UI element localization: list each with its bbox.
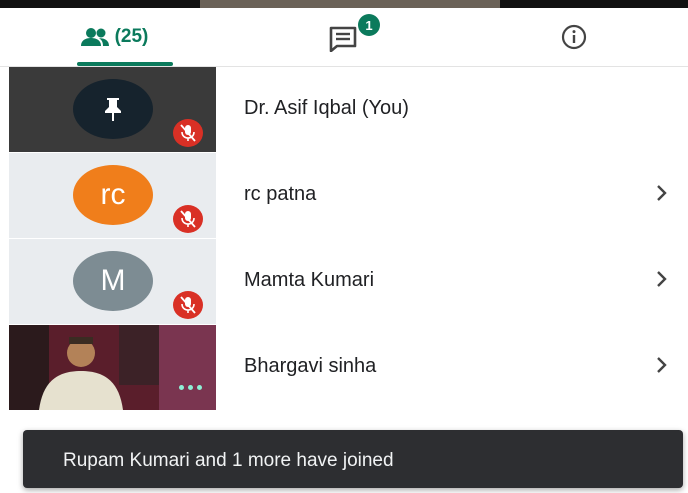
- people-icon: [80, 28, 109, 46]
- participant-name: Dr. Asif Iqbal (You): [244, 97, 409, 119]
- pin-icon: [105, 98, 121, 121]
- tab-people[interactable]: (25): [0, 8, 229, 66]
- avatar: [73, 79, 153, 139]
- active-tab-indicator: [77, 62, 173, 66]
- mic-off-icon: [173, 291, 203, 319]
- avatar: rc: [73, 165, 153, 225]
- participant-tile: [9, 67, 216, 152]
- avatar: M: [73, 251, 153, 311]
- mic-off-icon: [173, 205, 203, 233]
- chat-icon: [329, 26, 357, 52]
- participant-video: [9, 325, 216, 410]
- unread-badge: 1: [358, 14, 380, 36]
- participant-row[interactable]: rc rc patna: [0, 153, 688, 238]
- toast-message: Rupam Kumari and 1 more have joined: [63, 450, 394, 471]
- participant-count: (25): [114, 26, 149, 47]
- info-icon: [561, 24, 586, 50]
- tab-info[interactable]: [459, 8, 688, 66]
- chevron-right-icon[interactable]: [652, 179, 672, 207]
- tab-chat[interactable]: 1: [229, 8, 459, 66]
- chevron-right-icon[interactable]: [652, 351, 672, 379]
- participant-name: rc patna: [244, 183, 317, 205]
- participant-tile: M: [9, 239, 216, 324]
- participant-row[interactable]: Dr. Asif Iqbal (You): [0, 67, 688, 152]
- mic-off-icon: [173, 119, 203, 147]
- tab-bar: (25) 1: [0, 8, 688, 67]
- participant-tile: rc: [9, 153, 216, 238]
- participant-name: Mamta Kumari: [244, 269, 375, 291]
- participant-row[interactable]: M Mamta Kumari: [0, 239, 688, 324]
- participant-name: Bhargavi sinha: [244, 355, 377, 377]
- video-strip-top: [0, 0, 688, 8]
- join-notification-toast: Rupam Kumari and 1 more have joined: [23, 430, 683, 488]
- chevron-right-icon[interactable]: [652, 265, 672, 293]
- participant-row[interactable]: Bhargavi sinha: [0, 325, 688, 410]
- more-options-icon[interactable]: [179, 385, 202, 390]
